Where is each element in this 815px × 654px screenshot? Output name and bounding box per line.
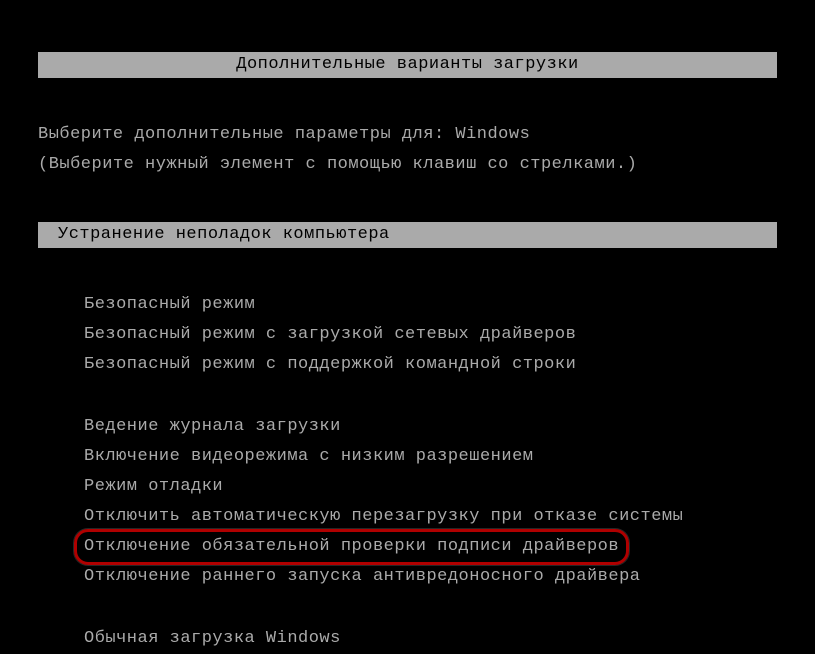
menu-item-safe-mode[interactable]: Безопасный режим [84,290,815,320]
prompt-line-2: (Выберите нужный элемент с помощью клави… [38,150,815,180]
prompt-prefix: Выберите дополнительные параметры для: [38,125,455,144]
menu-item-low-res-video[interactable]: Включение видеорежима с низким разрешени… [84,442,815,472]
menu-item-debug-mode[interactable]: Режим отладки [84,472,815,502]
page-title: Дополнительные варианты загрузки [38,52,777,78]
menu-item-disable-driver-signature[interactable]: Отключение обязательной проверки подписи… [84,532,619,562]
menu-item-start-normally[interactable]: Обычная загрузка Windows [84,624,815,654]
menu-item-boot-logging[interactable]: Ведение журнала загрузки [84,412,815,442]
menu-group-normal: Обычная загрузка Windows [84,624,815,654]
menu-group-advanced: Ведение журнала загрузки Включение видео… [84,412,815,592]
menu-item-label: Отключение обязательной проверки подписи… [84,537,619,556]
boot-options-screen: Дополнительные варианты загрузки Выберит… [0,0,815,654]
prompt-section: Выберите дополнительные параметры для: W… [38,120,815,180]
menu-item-safe-mode-networking[interactable]: Безопасный режим с загрузкой сетевых дра… [84,320,815,350]
menu-item-safe-mode-command[interactable]: Безопасный режим с поддержкой командной … [84,350,815,380]
menu-section: Безопасный режим Безопасный режим с загр… [84,290,815,654]
menu-group-safemode: Безопасный режим Безопасный режим с загр… [84,290,815,380]
menu-item-disable-auto-restart[interactable]: Отключить автоматическую перезагрузку пр… [84,502,815,532]
menu-item-disable-early-antimalware[interactable]: Отключение раннего запуска антивредоносн… [84,562,815,592]
os-name: Windows [455,125,530,144]
menu-item-repair-computer[interactable]: Устранение неполадок компьютера [38,222,777,248]
prompt-line-1: Выберите дополнительные параметры для: W… [38,120,815,150]
